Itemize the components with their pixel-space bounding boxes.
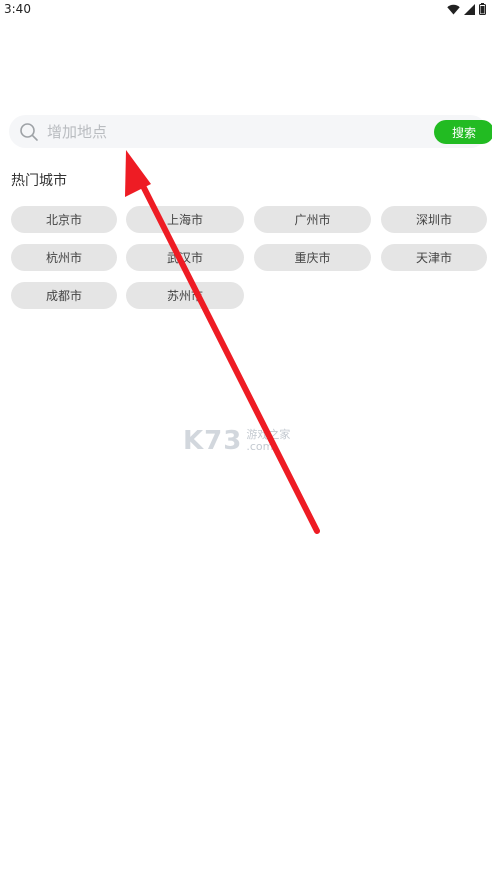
city-chip-shanghai[interactable]: 上海市 [126,206,244,233]
search-bar: 搜索 [9,115,492,148]
status-icons [447,3,486,15]
city-chip-chongqing[interactable]: 重庆市 [254,244,371,271]
city-chip-guangzhou[interactable]: 广州市 [254,206,371,233]
watermark-logo: K73 [183,426,243,456]
battery-icon [479,3,486,15]
watermark-domain: .com [246,440,274,453]
hot-cities-title: 热门城市 [11,173,67,189]
city-chip-shenzhen[interactable]: 深圳市 [381,206,487,233]
city-chip-suzhou[interactable]: 苏州市 [126,282,244,309]
watermark: K73 游戏之家 .com [183,426,290,456]
search-icon [20,123,38,141]
city-chip-chengdu[interactable]: 成都市 [11,282,117,309]
wifi-icon [447,4,460,14]
city-chip-hangzhou[interactable]: 杭州市 [11,244,117,271]
signal-icon [464,3,475,15]
city-chip-beijing[interactable]: 北京市 [11,206,117,233]
city-chip-tianjin[interactable]: 天津市 [381,244,487,271]
search-button[interactable]: 搜索 [434,120,492,144]
search-input[interactable] [47,119,417,144]
city-chip-wuhan[interactable]: 武汉市 [126,244,244,271]
status-time: 3:40 [4,2,31,16]
status-bar: 3:40 [0,0,492,18]
